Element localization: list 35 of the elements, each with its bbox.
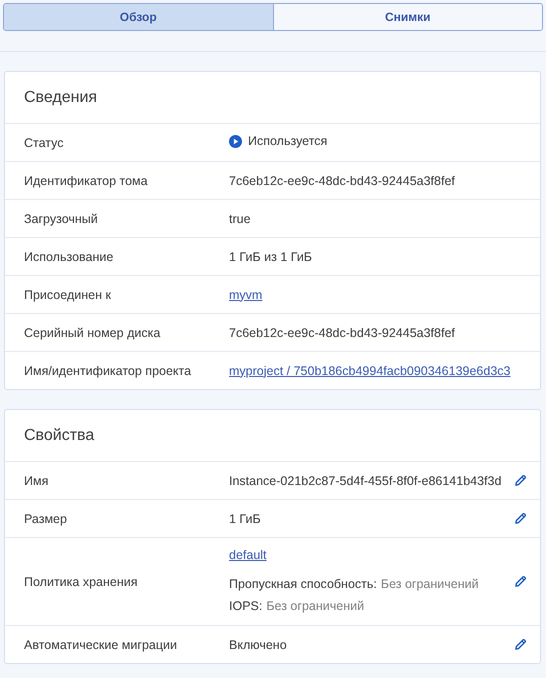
section-title: Свойства xyxy=(23,426,96,446)
row-value: 1 ГиБ из 1 ГиБ xyxy=(229,250,312,264)
row-value: 7c6eb12c-ee9c-48dc-bd43-92445a3f8fef xyxy=(229,326,455,340)
edit-icon[interactable] xyxy=(514,638,528,652)
row-label: Присоединен к xyxy=(24,288,112,302)
status-text: Используется xyxy=(248,134,328,148)
policy-link[interactable]: default xyxy=(229,548,514,562)
row-label: Автоматические миграции xyxy=(24,638,178,652)
tab[interactable]: Снимки xyxy=(272,4,542,30)
row-label: Имя xyxy=(24,474,50,488)
row-label: Использование xyxy=(24,250,114,264)
play-icon xyxy=(229,134,242,148)
value-link[interactable]: myvm xyxy=(229,288,262,302)
section-title: Сведения xyxy=(23,88,98,108)
row-label: Размер xyxy=(24,512,68,526)
edit-icon[interactable] xyxy=(514,512,528,526)
row-label: Имя/идентификатор проекта xyxy=(24,364,192,378)
row-label: Идентификатор тома xyxy=(24,174,149,188)
row-value: true xyxy=(229,212,251,226)
row-label: Загрузочный xyxy=(24,212,99,226)
row-value: 7c6eb12c-ee9c-48dc-bd43-92445a3f8fef xyxy=(229,174,455,188)
policy-label: IOPS: xyxy=(229,599,262,613)
edit-icon[interactable] xyxy=(514,574,528,588)
policy-value: Без ограничений xyxy=(266,599,364,613)
row-value: Включено xyxy=(229,638,287,652)
row-label: Серийный номер диска xyxy=(24,326,162,340)
policy-label: Пропускная способность: xyxy=(229,577,377,591)
tab[interactable]: Обзор xyxy=(4,4,272,30)
row-value: 1 ГиБ xyxy=(229,512,261,526)
row-value: Instance-021b2c87-5d4f-455f-8f0f-e86141b43f3d xyxy=(229,474,502,488)
policy-value: Без ограничений xyxy=(380,577,479,591)
row-label: Статус xyxy=(24,136,65,150)
value-link[interactable]: myproject / 750b186cb4994facb090346139e6d3c3 xyxy=(229,364,510,378)
row-label: Политика хранения xyxy=(24,574,138,588)
edit-icon[interactable] xyxy=(514,474,528,488)
